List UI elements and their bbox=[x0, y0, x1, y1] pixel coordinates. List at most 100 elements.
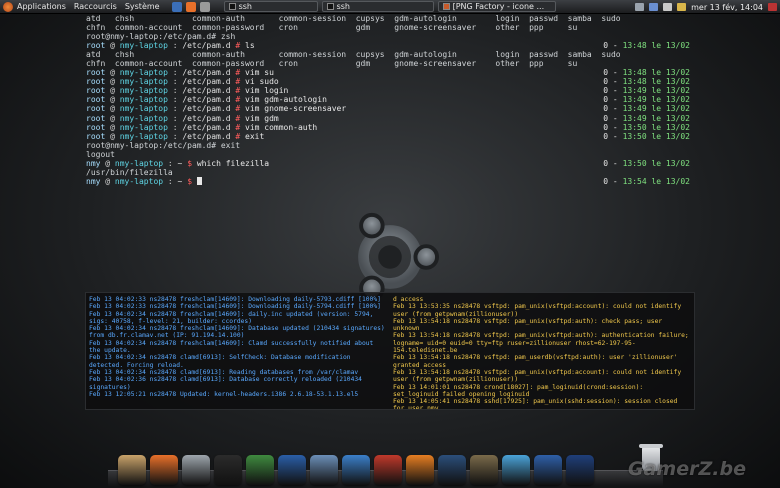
terminal-line: /usr/bin/filezilla bbox=[86, 168, 690, 177]
terminal-line: root @ nmy-laptop : /etc/pam.d # vim log… bbox=[86, 86, 690, 95]
log-column-left: Feb 13 04:02:33 ns28478 freshclam[14609]… bbox=[86, 293, 390, 409]
prompt-user: nmy bbox=[86, 158, 101, 168]
music-icon[interactable] bbox=[438, 455, 466, 485]
prompt-host: nmy-laptop bbox=[119, 122, 168, 132]
terminal-line: nmy @ nmy-laptop : ~ $ which filezilla 0 … bbox=[86, 159, 690, 168]
bluetooth-icon[interactable] bbox=[649, 3, 659, 11]
launcher-icon[interactable] bbox=[171, 1, 182, 12]
people-icon[interactable] bbox=[342, 455, 370, 485]
notes-icon[interactable] bbox=[118, 455, 146, 485]
command-time: 13:50 le 13/02 bbox=[622, 131, 690, 141]
prompt-separator: @ bbox=[105, 68, 120, 78]
log-entry: Feb 13 13:54:18 ns28478 vsftpd: pam_unix… bbox=[393, 332, 689, 355]
prompt-separator: : bbox=[167, 122, 183, 132]
log-column-right: d access Feb 13 13:53:35 ns28478 vsftpd: … bbox=[390, 293, 694, 409]
command-time: 13:50 le 13/02 bbox=[622, 122, 690, 132]
text-cursor bbox=[196, 176, 202, 185]
prompt-path: /etc/pam.d bbox=[182, 86, 231, 96]
prompt-right-status: 0 - 13:50 le 13/02 bbox=[603, 159, 690, 168]
command-text: which filezilla bbox=[196, 158, 270, 168]
prompt-separator: : bbox=[167, 41, 183, 51]
prompt-path: /etc/pam.d bbox=[182, 131, 231, 141]
battery-icon[interactable] bbox=[677, 3, 687, 11]
prompt-separator: - bbox=[608, 158, 623, 168]
vlc-icon[interactable] bbox=[406, 455, 434, 485]
prompt-host: nmy-laptop bbox=[119, 95, 168, 105]
lock-icon[interactable] bbox=[278, 455, 306, 485]
command-time: 13:49 le 13/02 bbox=[622, 113, 690, 123]
prompt-right-status: 0 - 13:54 le 13/02 bbox=[603, 177, 690, 186]
network-icon[interactable] bbox=[635, 3, 645, 11]
command-time: 13:49 le 13/02 bbox=[622, 86, 690, 96]
prompt-separator: - bbox=[608, 77, 623, 87]
log-entry: Feb 13 04:02:33 ns28478 freshclam[14609]… bbox=[89, 296, 381, 303]
menu-applications[interactable]: Applications bbox=[13, 0, 70, 14]
prompt-right-status: 0 - 13:49 le 13/02 bbox=[603, 104, 690, 113]
command-time: 13:54 le 13/02 bbox=[622, 176, 690, 186]
task-ssh-2[interactable]: ssh bbox=[321, 1, 434, 12]
command-text: vi sudo bbox=[245, 77, 279, 87]
log-entry: Feb 13 14:01:01 ns28478 crond[18027]: pa… bbox=[393, 383, 644, 398]
prompt-host: nmy-laptop bbox=[119, 41, 168, 51]
watermark: GamerZ.be bbox=[628, 458, 746, 480]
command-time: 13:48 le 13/02 bbox=[622, 77, 690, 87]
word-icon[interactable] bbox=[534, 455, 562, 485]
menu-systeme[interactable]: Système bbox=[121, 0, 164, 14]
prompt-host: nmy-laptop bbox=[119, 131, 168, 141]
prompt-separator: - bbox=[608, 131, 623, 141]
prompt-user: nmy bbox=[86, 176, 101, 186]
ubuntu-menu-icon[interactable] bbox=[3, 1, 13, 12]
terminal-line: root @ nmy-laptop : /etc/pam.d # ls 0 - 1… bbox=[86, 41, 690, 50]
globe-icon[interactable] bbox=[246, 455, 274, 485]
log-entry: Feb 13 04:02:34 ns28478 clamd[6913]: Sel… bbox=[89, 354, 351, 369]
settings-icon[interactable] bbox=[310, 455, 338, 485]
terminal-output[interactable]: atd chsh common-auth common-session cups… bbox=[86, 14, 690, 186]
terminal-line: root@nmy-laptop:/etc/pam.d# exit bbox=[86, 141, 690, 150]
firefox-icon[interactable] bbox=[185, 1, 196, 12]
terminal-line: root @ nmy-laptop : /etc/pam.d # vi sudo… bbox=[86, 77, 690, 86]
terminal-text: atd chsh common-auth common-session cups… bbox=[86, 50, 621, 60]
terminal-text: chfn common-account common-password cron… bbox=[86, 23, 578, 33]
task-ssh-1[interactable]: ssh bbox=[223, 1, 318, 12]
terminal-line: logout bbox=[86, 150, 690, 159]
log-entry: Feb 13 14:05:41 ns28478 sshd[17925]: pam… bbox=[393, 398, 678, 409]
log-entry: Feb 13 12:05:21 ns28478 Updated: kernel-… bbox=[89, 390, 359, 398]
prompt-separator: @ bbox=[105, 122, 120, 132]
terminal-text: /usr/bin/filezilla bbox=[86, 167, 173, 177]
power-icon[interactable] bbox=[768, 3, 777, 11]
terminal-icon[interactable] bbox=[566, 455, 594, 485]
prompt-separator: : bbox=[167, 104, 183, 114]
gimp-icon[interactable] bbox=[470, 455, 498, 485]
prompt-path: /etc/pam.d bbox=[182, 104, 231, 114]
clapper-icon[interactable] bbox=[214, 455, 242, 485]
terminal-line: root@nmy-laptop:/etc/pam.d# zsh bbox=[86, 32, 690, 41]
prompt-right-status: 0 - 13:48 le 13/02 bbox=[603, 77, 690, 86]
filezilla-icon[interactable] bbox=[374, 455, 402, 485]
prompt-path: /etc/pam.d bbox=[182, 77, 231, 87]
prompt-path: /etc/pam.d bbox=[182, 95, 231, 105]
terminal-icon bbox=[326, 3, 334, 10]
prompt-user: root bbox=[86, 86, 106, 96]
terminal-line: atd chsh common-auth common-session cups… bbox=[86, 50, 690, 59]
prompt-host: nmy-laptop bbox=[119, 68, 168, 78]
prompt-separator: - bbox=[608, 176, 623, 186]
prompt-separator: : bbox=[163, 158, 178, 168]
log-monitor-panel: Feb 13 04:02:33 ns28478 freshclam[14609]… bbox=[85, 292, 695, 410]
volume-icon[interactable] bbox=[663, 3, 673, 11]
mail-icon[interactable] bbox=[199, 1, 210, 12]
terminal-line: atd chsh common-auth common-session cups… bbox=[86, 14, 690, 23]
prompt-separator: @ bbox=[105, 41, 120, 51]
prompt-separator: - bbox=[608, 86, 623, 96]
box-icon[interactable] bbox=[502, 455, 530, 485]
mail-icon[interactable] bbox=[182, 455, 210, 485]
terminal-line: root @ nmy-laptop : /etc/pam.d # vim su 0… bbox=[86, 68, 690, 77]
firefox-icon[interactable] bbox=[150, 455, 178, 485]
terminal-line: root @ nmy-laptop : /etc/pam.d # vim gdm… bbox=[86, 114, 690, 123]
task-png-factory[interactable]: [PNG Factory - icone ... bbox=[437, 1, 556, 12]
terminal-line: root @ nmy-laptop : /etc/pam.d # exit 0 -… bbox=[86, 132, 690, 141]
prompt-separator: - bbox=[608, 68, 623, 78]
terminal-line: nmy @ nmy-laptop : ~ $ 0 - 13:54 le 13/0… bbox=[86, 176, 690, 186]
menu-raccourcis[interactable]: Raccourcis bbox=[70, 0, 121, 14]
clock[interactable]: mer 13 fév, 14:04 bbox=[691, 3, 763, 12]
log-entry: Feb 13 04:02:34 ns28478 freshclam[14609]… bbox=[89, 325, 385, 340]
